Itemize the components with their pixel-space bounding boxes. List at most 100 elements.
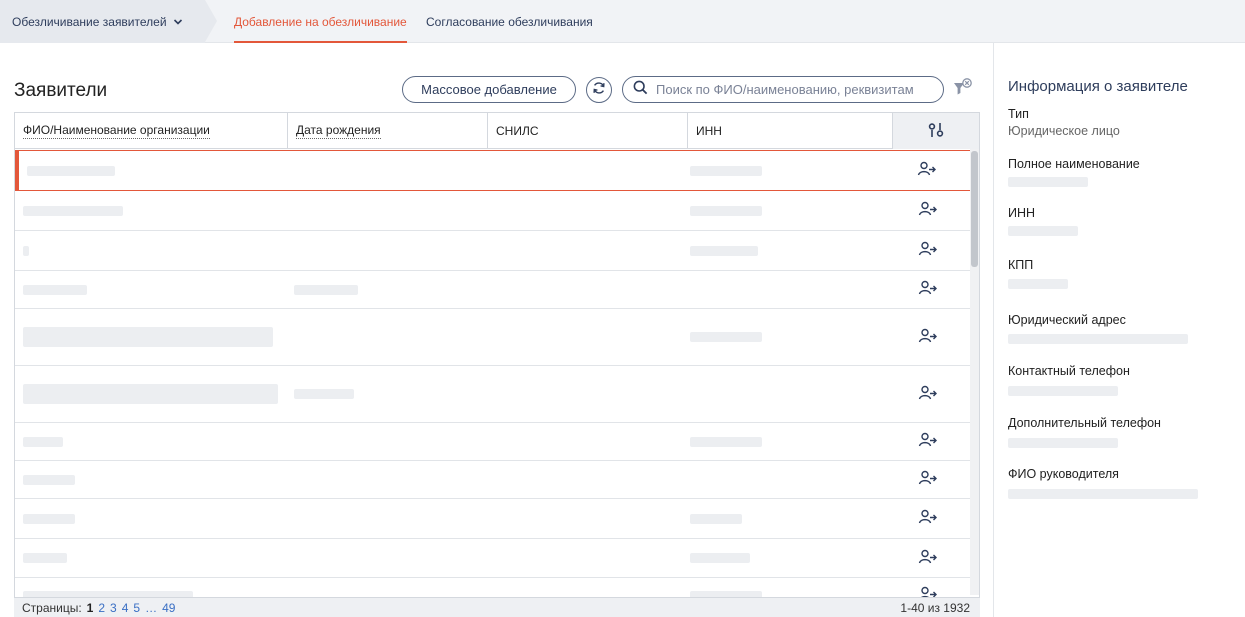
add-applicant-button[interactable] bbox=[886, 231, 971, 270]
cell-birth-date bbox=[286, 271, 484, 308]
column-header-label: ФИО/Наименование организации bbox=[23, 123, 210, 139]
pagination-bar: Страницы: 1 2 3 4 5 … 49 1-40 из 1932 bbox=[14, 597, 980, 617]
redacted-text bbox=[23, 474, 75, 485]
redacted-text bbox=[293, 284, 358, 295]
scrollbar-thumb[interactable] bbox=[971, 151, 978, 267]
cell-snils bbox=[484, 366, 682, 422]
add-applicant-button[interactable] bbox=[886, 499, 971, 538]
add-applicant-button[interactable] bbox=[886, 271, 971, 308]
info-panel-title: Информация о заявителе bbox=[1008, 78, 1188, 95]
cell-snils bbox=[484, 271, 682, 308]
user-arrow-icon bbox=[918, 470, 938, 489]
redacted-text bbox=[690, 513, 743, 524]
add-applicant-button[interactable] bbox=[886, 423, 971, 460]
pages-ellipsis: … bbox=[145, 600, 158, 615]
cell-snils bbox=[484, 461, 682, 498]
column-header-inn: ИНН bbox=[688, 113, 893, 149]
breadcrumb-depersonalization[interactable]: Обезличивание заявителей bbox=[0, 0, 217, 43]
info-value-director-name bbox=[1008, 488, 1198, 502]
table-row[interactable] bbox=[15, 423, 971, 461]
cell-inn bbox=[682, 309, 885, 365]
cell-name bbox=[15, 271, 286, 308]
table-row[interactable] bbox=[15, 191, 971, 231]
cell-inn bbox=[682, 499, 885, 538]
cell-inn bbox=[682, 539, 885, 577]
user-arrow-icon bbox=[918, 432, 938, 451]
table-row[interactable] bbox=[15, 231, 971, 271]
info-value-inn bbox=[1008, 225, 1078, 239]
cell-birth-date bbox=[286, 423, 484, 460]
page-link[interactable]: 5 bbox=[133, 601, 140, 615]
page-link[interactable]: 4 bbox=[122, 601, 129, 615]
add-applicant-button[interactable] bbox=[886, 309, 971, 365]
search-icon bbox=[633, 80, 648, 100]
add-applicant-button[interactable] bbox=[886, 191, 971, 230]
page-link[interactable]: 2 bbox=[98, 601, 105, 615]
redacted-text bbox=[690, 205, 763, 216]
cell-birth-date bbox=[286, 231, 484, 270]
records-count: 1-40 из 1932 bbox=[900, 601, 970, 615]
redacted-text bbox=[23, 284, 87, 295]
user-arrow-icon bbox=[918, 328, 938, 347]
redacted-text bbox=[293, 389, 354, 399]
add-applicant-button[interactable] bbox=[886, 461, 971, 498]
redacted-text bbox=[1008, 334, 1188, 344]
table-row[interactable] bbox=[15, 499, 971, 539]
cell-inn bbox=[682, 461, 885, 498]
user-arrow-icon bbox=[918, 241, 938, 260]
table-row[interactable] bbox=[15, 150, 971, 191]
cell-inn bbox=[682, 191, 885, 230]
redacted-text bbox=[690, 245, 759, 256]
clear-filter-button[interactable] bbox=[952, 78, 974, 98]
breadcrumb-label: Обезличивание заявителей bbox=[12, 14, 167, 29]
tab-depersonalization-approval[interactable]: Согласование обезличивания bbox=[426, 0, 593, 43]
column-header-name[interactable]: ФИО/Наименование организации bbox=[15, 113, 288, 149]
add-applicant-button[interactable] bbox=[886, 539, 971, 577]
table-scrollbar[interactable] bbox=[970, 149, 979, 595]
table-row[interactable] bbox=[15, 366, 971, 423]
cell-birth-date bbox=[286, 461, 484, 498]
mass-add-button[interactable]: Массовое добавление bbox=[402, 76, 576, 103]
redacted-text bbox=[23, 553, 67, 563]
page-link[interactable]: 1 bbox=[87, 601, 94, 615]
redacted-text bbox=[1008, 386, 1118, 396]
add-applicant-button[interactable] bbox=[885, 151, 970, 190]
cell-birth-date bbox=[286, 151, 484, 190]
page-link[interactable]: 3 bbox=[110, 601, 117, 615]
redacted-text bbox=[23, 384, 278, 404]
redacted-text bbox=[1008, 226, 1078, 236]
cell-inn bbox=[682, 151, 885, 190]
table-row[interactable] bbox=[15, 539, 971, 578]
add-applicant-button[interactable] bbox=[886, 366, 971, 422]
table-row[interactable] bbox=[15, 309, 971, 366]
cell-birth-date bbox=[286, 191, 484, 230]
search-box bbox=[622, 76, 944, 103]
refresh-button[interactable] bbox=[586, 77, 612, 103]
pages-label: Страницы: bbox=[22, 600, 82, 615]
column-settings-button[interactable] bbox=[893, 113, 979, 149]
info-label-type: Тип bbox=[1008, 107, 1029, 121]
column-header-birth-date[interactable]: Дата рождения bbox=[288, 113, 488, 149]
redacted-text bbox=[23, 436, 63, 447]
table-row[interactable] bbox=[15, 271, 971, 309]
tab-label: Добавление на обезличивание bbox=[234, 14, 407, 29]
cell-inn bbox=[682, 271, 885, 308]
cell-name bbox=[15, 423, 286, 460]
cell-name bbox=[15, 191, 286, 230]
user-arrow-icon bbox=[918, 549, 938, 568]
column-header-label: Дата рождения bbox=[296, 123, 381, 139]
column-header-snils: СНИЛС bbox=[488, 113, 688, 149]
tab-add-to-depersonalization[interactable]: Добавление на обезличивание bbox=[234, 0, 407, 43]
cell-inn bbox=[682, 366, 885, 422]
column-header-label: СНИЛС bbox=[496, 123, 539, 138]
redacted-text bbox=[1008, 279, 1068, 289]
cell-name bbox=[15, 231, 286, 270]
table-row[interactable] bbox=[15, 461, 971, 499]
cell-inn bbox=[682, 423, 885, 460]
redacted-text bbox=[23, 205, 123, 216]
page-link-last[interactable]: 49 bbox=[162, 601, 175, 615]
search-input[interactable] bbox=[656, 82, 926, 97]
redacted-text bbox=[27, 165, 115, 176]
redacted-text bbox=[1008, 489, 1198, 499]
cell-name bbox=[15, 539, 286, 577]
